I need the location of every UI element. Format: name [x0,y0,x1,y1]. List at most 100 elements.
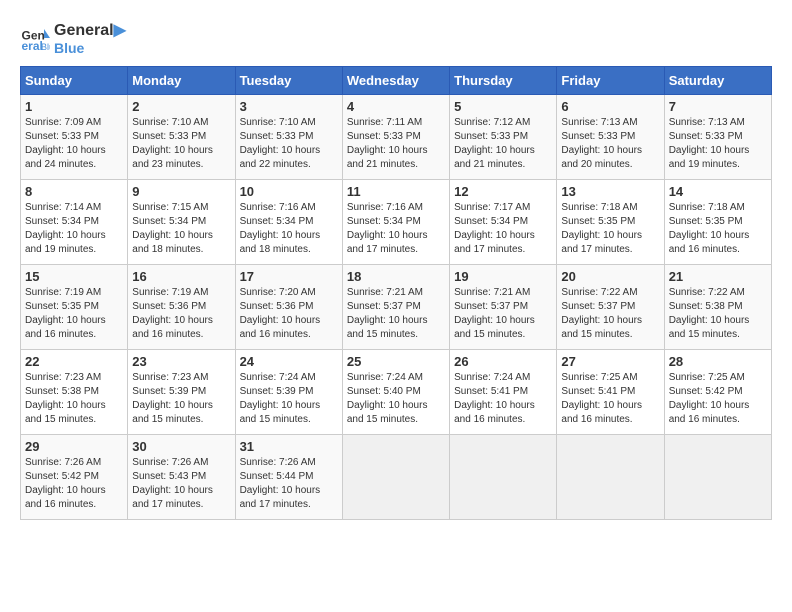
day-number: 1 [25,99,123,114]
day-number: 18 [347,269,445,284]
calendar-cell: 11 Sunrise: 7:16 AMSunset: 5:34 PMDaylig… [342,180,449,265]
day-number: 7 [669,99,767,114]
day-info: Sunrise: 7:22 AMSunset: 5:38 PMDaylight:… [669,286,767,342]
calendar-cell: 4 Sunrise: 7:11 AMSunset: 5:33 PMDayligh… [342,95,449,180]
calendar-cell: 13 Sunrise: 7:18 AMSunset: 5:35 PMDaylig… [557,180,664,265]
day-info: Sunrise: 7:16 AMSunset: 5:34 PMDaylight:… [240,201,338,257]
calendar-week-row: 15 Sunrise: 7:19 AMSunset: 5:35 PMDaylig… [21,265,772,350]
day-number: 17 [240,269,338,284]
calendar-week-row: 29 Sunrise: 7:26 AMSunset: 5:42 PMDaylig… [21,435,772,520]
calendar-cell: 20 Sunrise: 7:22 AMSunset: 5:37 PMDaylig… [557,265,664,350]
page-header: Gen eral Blue General▶ Blue [20,20,772,56]
header-day-tuesday: Tuesday [235,67,342,95]
logo-icon: Gen eral Blue [20,23,50,53]
day-info: Sunrise: 7:25 AMSunset: 5:42 PMDaylight:… [669,371,767,427]
logo-text-line1: General▶ [54,20,126,40]
calendar-cell [557,435,664,520]
day-info: Sunrise: 7:18 AMSunset: 5:35 PMDaylight:… [561,201,659,257]
day-info: Sunrise: 7:19 AMSunset: 5:35 PMDaylight:… [25,286,123,342]
calendar-cell: 5 Sunrise: 7:12 AMSunset: 5:33 PMDayligh… [450,95,557,180]
day-number: 12 [454,184,552,199]
calendar-week-row: 22 Sunrise: 7:23 AMSunset: 5:38 PMDaylig… [21,350,772,435]
calendar-cell: 8 Sunrise: 7:14 AMSunset: 5:34 PMDayligh… [21,180,128,265]
day-info: Sunrise: 7:24 AMSunset: 5:39 PMDaylight:… [240,371,338,427]
day-info: Sunrise: 7:11 AMSunset: 5:33 PMDaylight:… [347,116,445,172]
day-info: Sunrise: 7:23 AMSunset: 5:39 PMDaylight:… [132,371,230,427]
day-info: Sunrise: 7:26 AMSunset: 5:42 PMDaylight:… [25,456,123,512]
calendar-cell: 27 Sunrise: 7:25 AMSunset: 5:41 PMDaylig… [557,350,664,435]
calendar-cell: 30 Sunrise: 7:26 AMSunset: 5:43 PMDaylig… [128,435,235,520]
header-day-thursday: Thursday [450,67,557,95]
day-info: Sunrise: 7:26 AMSunset: 5:43 PMDaylight:… [132,456,230,512]
day-info: Sunrise: 7:09 AMSunset: 5:33 PMDaylight:… [25,116,123,172]
day-info: Sunrise: 7:13 AMSunset: 5:33 PMDaylight:… [561,116,659,172]
day-number: 24 [240,354,338,369]
header-day-saturday: Saturday [664,67,771,95]
calendar-cell: 3 Sunrise: 7:10 AMSunset: 5:33 PMDayligh… [235,95,342,180]
day-info: Sunrise: 7:20 AMSunset: 5:36 PMDaylight:… [240,286,338,342]
calendar-cell: 23 Sunrise: 7:23 AMSunset: 5:39 PMDaylig… [128,350,235,435]
day-info: Sunrise: 7:26 AMSunset: 5:44 PMDaylight:… [240,456,338,512]
calendar-cell: 21 Sunrise: 7:22 AMSunset: 5:38 PMDaylig… [664,265,771,350]
header-day-monday: Monday [128,67,235,95]
svg-text:Blue: Blue [41,42,50,52]
day-info: Sunrise: 7:22 AMSunset: 5:37 PMDaylight:… [561,286,659,342]
calendar-cell: 31 Sunrise: 7:26 AMSunset: 5:44 PMDaylig… [235,435,342,520]
day-info: Sunrise: 7:21 AMSunset: 5:37 PMDaylight:… [454,286,552,342]
day-info: Sunrise: 7:23 AMSunset: 5:38 PMDaylight:… [25,371,123,427]
day-number: 30 [132,439,230,454]
day-number: 6 [561,99,659,114]
logo-text-line2: Blue [54,40,126,56]
day-info: Sunrise: 7:18 AMSunset: 5:35 PMDaylight:… [669,201,767,257]
day-number: 11 [347,184,445,199]
calendar-cell: 2 Sunrise: 7:10 AMSunset: 5:33 PMDayligh… [128,95,235,180]
day-number: 3 [240,99,338,114]
day-number: 31 [240,439,338,454]
calendar-cell: 25 Sunrise: 7:24 AMSunset: 5:40 PMDaylig… [342,350,449,435]
calendar-cell [342,435,449,520]
header-day-friday: Friday [557,67,664,95]
calendar-cell: 1 Sunrise: 7:09 AMSunset: 5:33 PMDayligh… [21,95,128,180]
day-info: Sunrise: 7:24 AMSunset: 5:40 PMDaylight:… [347,371,445,427]
day-info: Sunrise: 7:10 AMSunset: 5:33 PMDaylight:… [132,116,230,172]
calendar-cell: 15 Sunrise: 7:19 AMSunset: 5:35 PMDaylig… [21,265,128,350]
day-number: 28 [669,354,767,369]
calendar-cell: 10 Sunrise: 7:16 AMSunset: 5:34 PMDaylig… [235,180,342,265]
calendar-cell: 24 Sunrise: 7:24 AMSunset: 5:39 PMDaylig… [235,350,342,435]
calendar-cell: 9 Sunrise: 7:15 AMSunset: 5:34 PMDayligh… [128,180,235,265]
day-info: Sunrise: 7:15 AMSunset: 5:34 PMDaylight:… [132,201,230,257]
day-number: 26 [454,354,552,369]
calendar-cell: 19 Sunrise: 7:21 AMSunset: 5:37 PMDaylig… [450,265,557,350]
calendar-table: SundayMondayTuesdayWednesdayThursdayFrid… [20,66,772,520]
day-number: 14 [669,184,767,199]
day-number: 16 [132,269,230,284]
header-day-wednesday: Wednesday [342,67,449,95]
day-number: 27 [561,354,659,369]
day-info: Sunrise: 7:12 AMSunset: 5:33 PMDaylight:… [454,116,552,172]
day-number: 13 [561,184,659,199]
day-info: Sunrise: 7:21 AMSunset: 5:37 PMDaylight:… [347,286,445,342]
calendar-cell: 17 Sunrise: 7:20 AMSunset: 5:36 PMDaylig… [235,265,342,350]
calendar-cell: 7 Sunrise: 7:13 AMSunset: 5:33 PMDayligh… [664,95,771,180]
calendar-cell: 14 Sunrise: 7:18 AMSunset: 5:35 PMDaylig… [664,180,771,265]
calendar-cell [450,435,557,520]
day-number: 25 [347,354,445,369]
day-number: 9 [132,184,230,199]
calendar-cell: 18 Sunrise: 7:21 AMSunset: 5:37 PMDaylig… [342,265,449,350]
calendar-cell: 12 Sunrise: 7:17 AMSunset: 5:34 PMDaylig… [450,180,557,265]
day-info: Sunrise: 7:13 AMSunset: 5:33 PMDaylight:… [669,116,767,172]
calendar-cell: 26 Sunrise: 7:24 AMSunset: 5:41 PMDaylig… [450,350,557,435]
day-number: 4 [347,99,445,114]
svg-text:eral: eral [22,39,43,53]
calendar-cell: 16 Sunrise: 7:19 AMSunset: 5:36 PMDaylig… [128,265,235,350]
day-info: Sunrise: 7:24 AMSunset: 5:41 PMDaylight:… [454,371,552,427]
day-number: 15 [25,269,123,284]
header-day-sunday: Sunday [21,67,128,95]
calendar-cell: 22 Sunrise: 7:23 AMSunset: 5:38 PMDaylig… [21,350,128,435]
calendar-header-row: SundayMondayTuesdayWednesdayThursdayFrid… [21,67,772,95]
calendar-cell: 29 Sunrise: 7:26 AMSunset: 5:42 PMDaylig… [21,435,128,520]
calendar-week-row: 8 Sunrise: 7:14 AMSunset: 5:34 PMDayligh… [21,180,772,265]
day-number: 22 [25,354,123,369]
day-number: 2 [132,99,230,114]
day-number: 20 [561,269,659,284]
